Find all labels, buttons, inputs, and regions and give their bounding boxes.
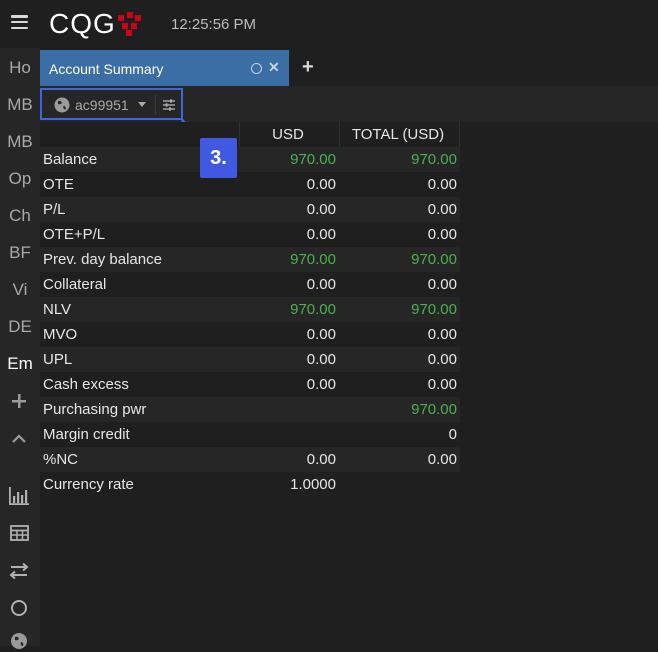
total-usd-value: 0 [448,426,457,443]
row-label: Currency rate [43,476,134,493]
table-row: %NC 0.00 0.00 [40,447,460,472]
total-usd-value: 970.00 [411,301,457,318]
table-icon[interactable] [8,522,30,544]
usd-value: 0.00 [306,351,336,368]
close-icon[interactable]: ✕ [268,59,280,76]
logo-text: CQG [49,8,116,39]
cqg-logo: CQG [49,8,142,39]
usd-value: 1.0000 [290,476,336,493]
sidebar-item-op[interactable]: Op [0,164,40,194]
usd-value: 0.00 [306,376,336,393]
table-row: Purchasing pwr 970.00 [40,397,460,422]
globe-icon [54,97,70,113]
circle-icon[interactable] [8,597,30,619]
total-usd-value: 0.00 [427,276,457,293]
table-row: NLV 970.00 970.00 [40,297,460,322]
table-row: OTE 0.00 0.00 [40,172,460,197]
menu-icon[interactable] [11,15,28,30]
row-label: MVO [43,326,78,343]
table-row: Balance 970.00 970.00 [40,147,460,172]
usd-value: 0.00 [306,226,336,243]
add-tab-icon[interactable]: + [302,56,314,79]
total-usd-value: 0.00 [427,176,457,193]
usd-value: 0.00 [306,451,336,468]
clock: 12:25:56 PM [171,16,257,33]
total-usd-value: 0.00 [427,226,457,243]
sidebar-item-ch[interactable]: Ch [0,201,40,231]
total-usd-value: 970.00 [411,251,457,268]
sidebar-item-em[interactable]: Em [0,349,40,379]
total-usd-value: 970.00 [411,151,457,168]
header-usd[interactable]: USD [239,122,339,147]
sidebar-item-bf[interactable]: BF [0,238,40,268]
total-usd-value: 0.00 [427,326,457,343]
sidebar-item-de[interactable]: DE [0,312,40,342]
usd-value: 970.00 [290,301,336,318]
sidebar-item-vi[interactable]: Vi [0,275,40,305]
sidebar: Ho MB MB Op Ch BF Vi DE Em [0,48,40,649]
logo-mark-icon [117,12,141,36]
row-label: Cash excess [43,376,129,393]
usd-value: 0.00 [306,326,336,343]
row-label: OTE+P/L [43,226,106,243]
table-row: Cash excess 0.00 0.00 [40,372,460,397]
globe-icon[interactable] [8,630,30,652]
table-row: Margin credit 0 [40,422,460,447]
widget-toolbar: ac99951 [40,86,658,122]
usd-value [239,397,339,422]
usd-value: 970.00 [290,251,336,268]
table-row: UPL 0.00 0.00 [40,347,460,372]
row-label: Purchasing pwr [43,401,147,418]
usd-value: 0.00 [306,276,336,293]
account-name: ac99951 [75,97,129,113]
table-row: P/L 0.00 0.00 [40,197,460,222]
row-label: P/L [43,201,66,218]
top-bar: CQG 12:25:56 PM [0,0,658,48]
total-usd-value: 0.00 [427,451,457,468]
header-total-usd[interactable]: TOTAL (USD) [339,122,460,147]
total-usd-value [339,472,460,497]
row-label: %NC [43,451,79,468]
table-row: Currency rate 1.0000 [40,472,460,497]
callout-badge: 3. [200,138,237,178]
row-label: Collateral [43,276,107,293]
total-usd-value: 0.00 [427,351,457,368]
tab-status-circle-icon[interactable] [251,63,262,74]
sidebar-item-mb-1[interactable]: MB [0,90,40,120]
sidebar-item-ho[interactable]: Ho [0,53,40,83]
usd-value: 0.00 [306,201,336,218]
chevron-up-icon[interactable] [8,428,30,450]
table-row: MVO 0.00 0.00 [40,322,460,347]
row-label: Prev. day balance [43,251,162,268]
bar-chart-icon[interactable] [8,485,30,507]
table-row: Collateral 0.00 0.00 [40,272,460,297]
divider [155,95,156,115]
table-header-row: USD TOTAL (USD) [40,122,460,147]
total-usd-value: 0.00 [427,376,457,393]
plus-icon[interactable] [8,390,30,412]
table-row: OTE+P/L 0.00 0.00 [40,222,460,247]
settings-sliders-icon[interactable] [162,98,176,112]
total-usd-value: 0.00 [427,201,457,218]
tab-bar: Account Summary ✕ + [40,50,658,86]
usd-value: 0.00 [306,176,336,193]
chevron-down-icon [138,102,146,107]
usd-value: 970.00 [290,151,336,168]
row-label: Margin credit [43,426,130,443]
row-label: UPL [43,351,73,368]
account-selector[interactable]: ac99951 [40,88,183,120]
tab-label: Account Summary [49,61,164,77]
sidebar-item-mb-2[interactable]: MB [0,127,40,157]
table-row: Prev. day balance 970.00 970.00 [40,247,460,272]
row-label: NLV [43,301,72,318]
total-usd-value: 970.00 [411,401,457,418]
usd-value [239,422,339,447]
transfer-icon[interactable] [8,560,30,582]
tab-account-summary[interactable]: Account Summary ✕ [40,50,289,86]
